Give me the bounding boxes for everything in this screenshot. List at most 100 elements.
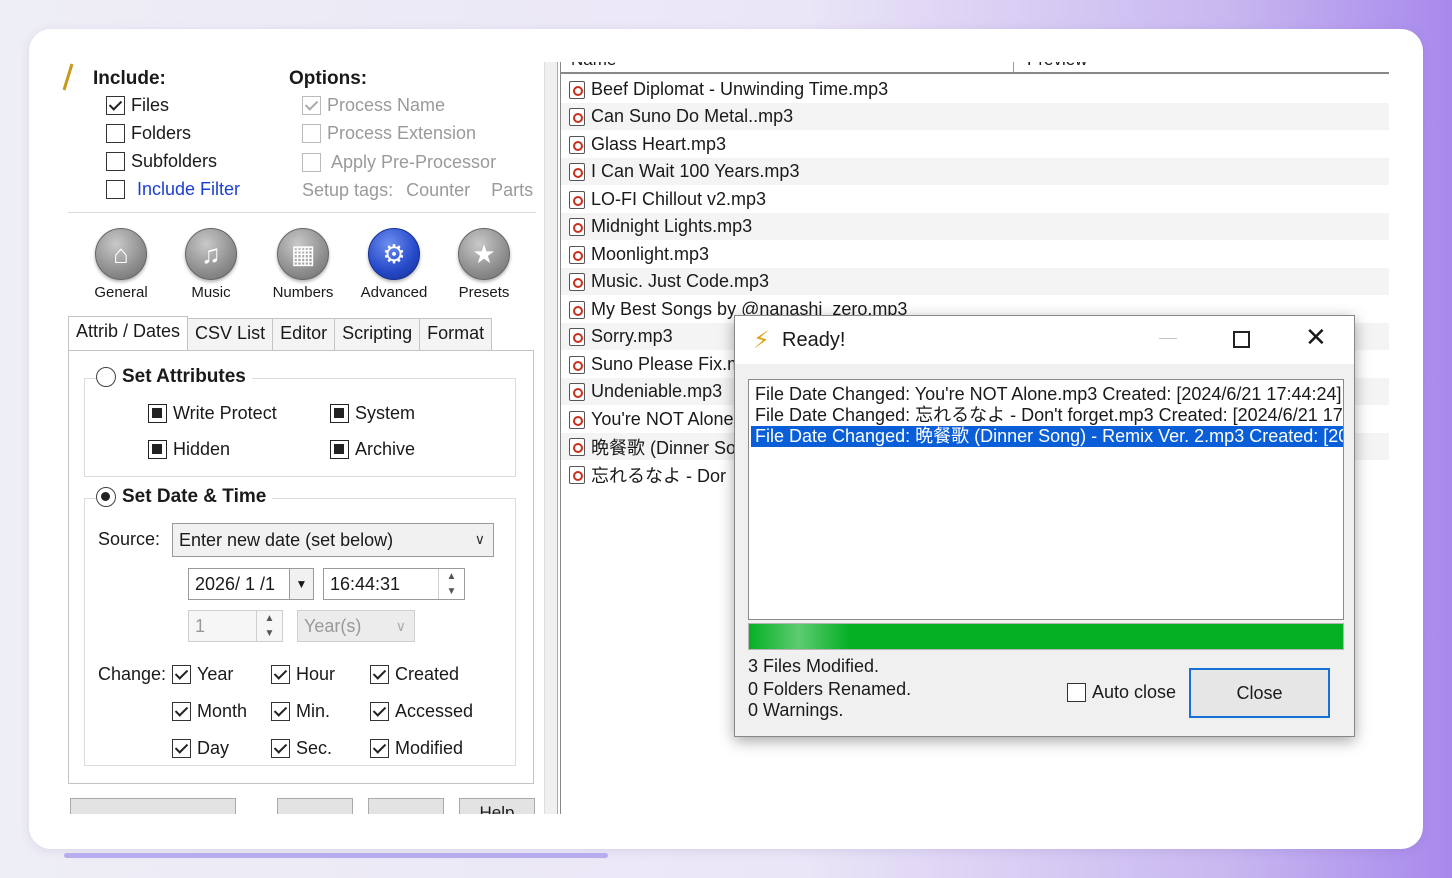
checkbox-box[interactable] xyxy=(106,180,125,199)
include-filter-link[interactable]: Include Filter xyxy=(137,179,240,200)
reset-button[interactable] xyxy=(368,798,444,814)
file-row[interactable]: Sorry.mp3 xyxy=(569,323,673,350)
tab-csv-list[interactable]: CSV List xyxy=(187,318,274,350)
checkbox-box[interactable] xyxy=(370,739,389,758)
month-checkbox[interactable]: Month xyxy=(172,701,247,722)
maximize-icon[interactable] xyxy=(1233,331,1250,348)
process-extension-checkbox[interactable]: Process Extension xyxy=(302,123,476,144)
created-checkbox[interactable]: Created xyxy=(370,664,459,685)
write-protect-checkbox[interactable]: Write Protect xyxy=(148,403,277,424)
file-row[interactable]: Moonlight.mp3 xyxy=(569,241,709,268)
divider xyxy=(68,212,536,213)
accessed-checkbox[interactable]: Accessed xyxy=(370,701,473,722)
col-name-header[interactable]: Name xyxy=(571,62,616,70)
min-checkbox[interactable]: Min. xyxy=(271,701,330,722)
minimize-icon[interactable] xyxy=(1159,338,1177,339)
horizontal-scrollbar[interactable] xyxy=(64,853,608,858)
files-checkbox[interactable]: Files xyxy=(106,95,169,116)
time-input[interactable]: 16:44:31 ▲ ▼ xyxy=(323,568,465,600)
process-name-checkbox[interactable]: Process Name xyxy=(302,95,445,116)
file-row[interactable]: 晩餐歌 (Dinner So xyxy=(569,433,736,460)
checkbox-box[interactable] xyxy=(271,702,290,721)
folders-checkbox[interactable]: Folders xyxy=(106,123,191,144)
advanced-button[interactable]: ⚙ Advanced xyxy=(349,228,439,301)
tab-attrib-dates[interactable]: Attrib / Dates xyxy=(68,316,189,350)
source-select[interactable]: Enter new date (set below) ∨ xyxy=(172,523,494,557)
checkbox-box[interactable] xyxy=(302,96,321,115)
general-button[interactable]: ⌂ General xyxy=(76,228,166,301)
file-row[interactable]: Glass Heart.mp3 xyxy=(569,131,726,158)
auto-close-checkbox[interactable]: Auto close xyxy=(1067,682,1176,703)
checkbox-box[interactable] xyxy=(172,739,191,758)
checkbox-box[interactable] xyxy=(271,665,290,684)
parts-link[interactable]: Parts xyxy=(491,180,533,200)
checkbox-box[interactable] xyxy=(302,153,321,172)
checkbox-box[interactable] xyxy=(148,404,167,423)
radio-button[interactable] xyxy=(96,367,116,387)
file-row[interactable]: Undeniable.mp3 xyxy=(569,378,722,405)
checkbox-box[interactable] xyxy=(172,702,191,721)
file-row[interactable]: LO-FI Chillout v2.mp3 xyxy=(569,186,766,213)
date-picker[interactable]: 2026/ 1 /1 ▼ xyxy=(188,568,314,600)
year-checkbox[interactable]: Year xyxy=(172,664,233,685)
close-icon[interactable]: ✕ xyxy=(1305,324,1327,350)
day-checkbox[interactable]: Day xyxy=(172,738,229,759)
file-row[interactable]: Music. Just Code.mp3 xyxy=(569,268,769,295)
numbers-button[interactable]: ▦ Numbers xyxy=(258,228,348,301)
tab-scripting[interactable]: Scripting xyxy=(334,318,421,350)
file-row[interactable]: I Can Wait 100 Years.mp3 xyxy=(569,158,799,185)
col-preview-header[interactable]: Preview xyxy=(1027,62,1087,70)
checkbox-box[interactable] xyxy=(148,440,167,459)
music-button[interactable]: ♫ Music xyxy=(166,228,256,301)
modified-checkbox[interactable]: Modified xyxy=(370,738,463,759)
checkbox-box[interactable] xyxy=(106,96,125,115)
column-divider[interactable] xyxy=(1013,62,1014,72)
log-listbox[interactable]: File Date Changed: You're NOT Alone.mp3 … xyxy=(748,379,1344,620)
file-row[interactable]: Can Suno Do Metal..mp3 xyxy=(569,103,793,130)
checkbox-box[interactable] xyxy=(1067,683,1086,702)
file-row[interactable]: Suno Please Fix.m xyxy=(569,351,742,378)
tab-editor[interactable]: Editor xyxy=(272,318,336,350)
panel-splitter[interactable] xyxy=(544,62,558,814)
checkbox-box[interactable] xyxy=(106,152,125,171)
counter-link[interactable]: Counter xyxy=(406,180,470,200)
radio-button[interactable] xyxy=(96,487,116,507)
calendar-dropdown-icon[interactable]: ▼ xyxy=(289,569,313,599)
file-row[interactable]: You're NOT Alone xyxy=(569,406,734,433)
sec-checkbox[interactable]: Sec. xyxy=(271,738,332,759)
file-row[interactable]: 忘れるなよ - Dor xyxy=(569,461,726,488)
include-filter-checkbox[interactable]: Include Filter xyxy=(106,179,240,200)
log-line[interactable]: File Date Changed: You're NOT Alone.mp3 … xyxy=(755,384,1342,405)
time-spinner[interactable]: ▲ ▼ xyxy=(438,569,464,599)
checkbox-box[interactable] xyxy=(330,404,349,423)
system-checkbox[interactable]: System xyxy=(330,403,415,424)
checkbox-box[interactable] xyxy=(106,124,125,143)
set-attributes-radio[interactable]: Set Attributes xyxy=(96,366,252,388)
checkbox-box[interactable] xyxy=(330,440,349,459)
log-line[interactable]: File Date Changed: 忘れるなよ - Don't forget.… xyxy=(755,405,1343,426)
checkbox-box[interactable] xyxy=(172,665,191,684)
offset-spinner[interactable]: ▲ ▼ xyxy=(256,611,282,641)
file-row[interactable]: Midnight Lights.mp3 xyxy=(569,213,752,240)
log-line-selected[interactable]: File Date Changed: 晩餐歌 (Dinner Song) - R… xyxy=(751,426,1343,447)
tab-format[interactable]: Format xyxy=(419,318,493,350)
undo-button[interactable] xyxy=(277,798,353,814)
set-datetime-radio[interactable]: Set Date & Time xyxy=(96,486,273,508)
apply-preprocessor-checkbox[interactable]: Apply Pre-Processor xyxy=(302,152,496,173)
checkbox-box[interactable] xyxy=(370,702,389,721)
help-button[interactable]: Help xyxy=(459,798,535,814)
archive-checkbox[interactable]: Archive xyxy=(330,439,415,460)
checkbox-box[interactable] xyxy=(271,739,290,758)
checkbox-box[interactable] xyxy=(370,665,389,684)
file-row[interactable]: Beef Diplomat - Unwinding Time.mp3 xyxy=(569,76,888,103)
presets-button[interactable]: ★ Presets xyxy=(439,228,529,301)
close-button[interactable]: Close xyxy=(1189,668,1330,718)
unit-select[interactable]: Year(s) ∨ xyxy=(297,610,415,642)
subfolders-checkbox[interactable]: Subfolders xyxy=(106,151,217,172)
dialog-titlebar[interactable]: ⚡ Ready! ✕ xyxy=(735,316,1354,364)
hidden-checkbox[interactable]: Hidden xyxy=(148,439,230,460)
offset-input[interactable]: 1 ▲ ▼ xyxy=(188,610,283,642)
rename-button[interactable] xyxy=(70,798,236,814)
hour-checkbox[interactable]: Hour xyxy=(271,664,335,685)
checkbox-box[interactable] xyxy=(302,124,321,143)
